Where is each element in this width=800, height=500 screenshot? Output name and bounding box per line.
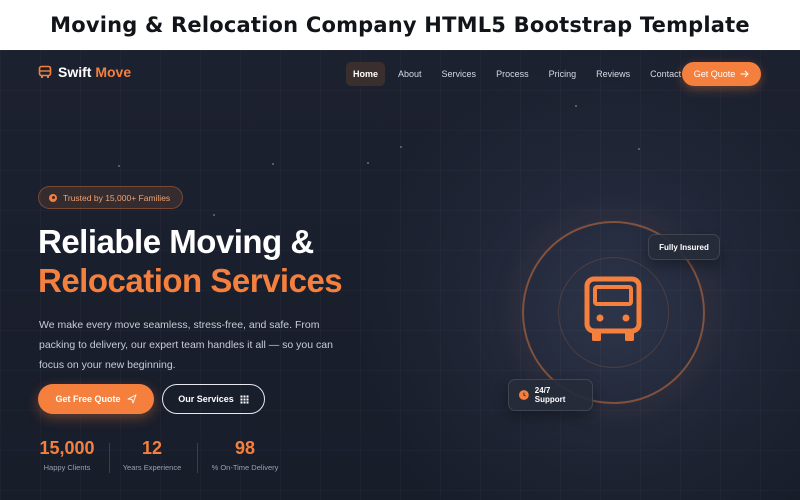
stat-label: % On-Time Delivery xyxy=(211,463,279,472)
trust-badge-text: Trusted by 15,000+ Families xyxy=(63,192,171,203)
stat-value: 98 xyxy=(234,438,256,458)
arrow-right-icon xyxy=(740,70,749,78)
nav-pricing[interactable]: Pricing xyxy=(542,62,584,86)
bus-icon xyxy=(584,276,642,341)
nav-reviews[interactable]: Reviews xyxy=(589,62,637,86)
stat-label: Happy Clients xyxy=(43,463,91,472)
stat-value: 12 xyxy=(141,438,163,458)
main-nav: Home About Services Process Pricing Revi… xyxy=(346,62,688,86)
get-free-quote-label: Get Free Quote xyxy=(55,394,121,404)
hero-description: We make every move seamless, stress-free… xyxy=(39,319,333,371)
star-dot xyxy=(575,105,577,107)
truck-icon xyxy=(38,65,52,78)
stat-divider xyxy=(197,443,198,473)
brand-name: Swift Move xyxy=(58,64,132,80)
badge-dot-icon xyxy=(49,193,57,202)
star-dot xyxy=(638,148,640,150)
get-free-quote-button[interactable]: Get Free Quote xyxy=(38,384,154,414)
stat-label: Years Experience xyxy=(122,463,182,472)
nav-process[interactable]: Process xyxy=(489,62,536,86)
headline-line2: Relocation Services xyxy=(38,262,343,299)
support-text: 24/7 Support xyxy=(534,386,566,404)
our-services-label: Our Services xyxy=(178,394,234,404)
star-dot xyxy=(213,214,215,216)
fully-insured-text: Fully Insured xyxy=(659,242,709,252)
brand-logo[interactable]: Swift Move xyxy=(38,64,131,80)
clock-icon xyxy=(519,390,529,400)
nav-services[interactable]: Services xyxy=(435,62,484,86)
our-services-button[interactable]: Our Services xyxy=(162,384,265,414)
star-dot xyxy=(272,163,274,165)
get-quote-label: Get Quote xyxy=(693,69,736,79)
nav-about[interactable]: About xyxy=(391,62,429,86)
nav-home[interactable]: Home xyxy=(346,62,386,86)
stat-happy-clients: 15,000 Happy Clients xyxy=(38,438,96,472)
stat-on-time-delivery: 98 % On-Time Delivery xyxy=(207,438,283,472)
star-dot xyxy=(118,165,120,167)
hero-section: Swift Move Home About Services Process P… xyxy=(0,50,800,500)
stat-divider xyxy=(109,443,110,473)
trust-badge: Trusted by 15,000+ Families xyxy=(38,186,184,209)
send-icon xyxy=(127,394,136,404)
banner-title: Moving & Relocation Company HTML5 Bootst… xyxy=(50,13,750,37)
get-quote-button[interactable]: Get Quote xyxy=(682,62,761,86)
hero-headline: Reliable Moving & Relocation Services xyxy=(38,222,343,300)
headline-line1: Reliable Moving & xyxy=(38,223,314,260)
support-card: 24/7 Support xyxy=(508,379,593,411)
star-dot xyxy=(400,146,402,148)
fully-insured-card: Fully Insured xyxy=(648,234,720,260)
stat-years-experience: 12 Years Experience xyxy=(118,438,186,472)
template-banner: Moving & Relocation Company HTML5 Bootst… xyxy=(0,0,800,50)
grid-icon xyxy=(240,395,249,403)
stat-value: 15,000 xyxy=(39,438,95,458)
star-dot xyxy=(367,162,369,164)
